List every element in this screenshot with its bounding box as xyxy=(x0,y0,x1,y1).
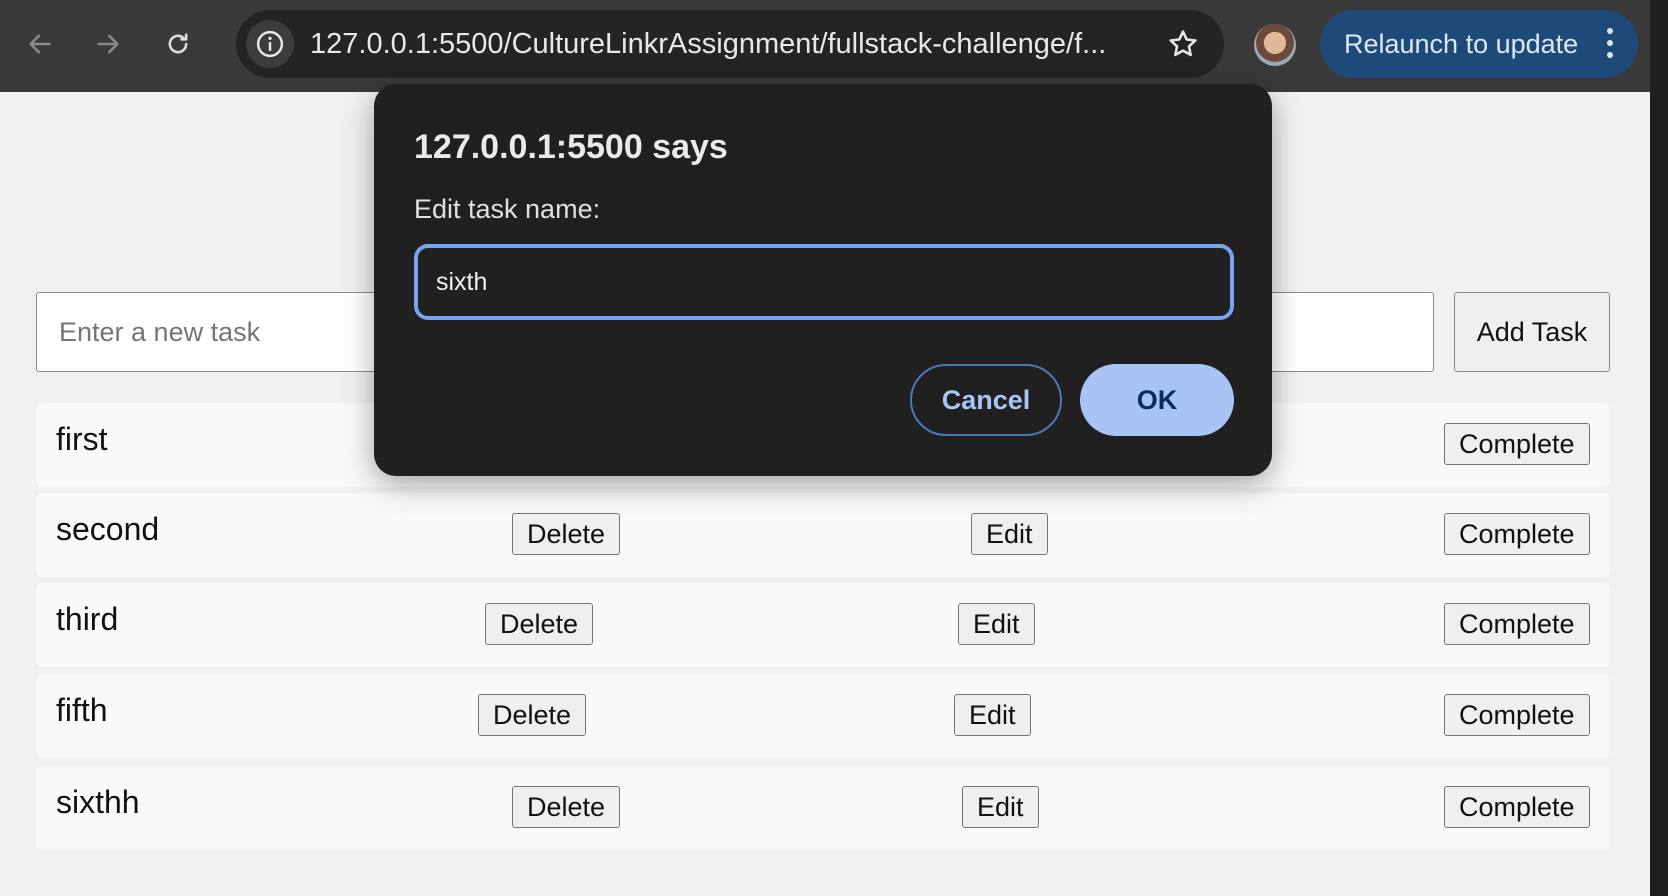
star-icon[interactable] xyxy=(1166,27,1200,61)
ok-button[interactable]: OK xyxy=(1080,364,1234,436)
dialog-message: Edit task name: xyxy=(414,194,601,224)
info-icon xyxy=(256,30,284,58)
reload-icon xyxy=(168,33,188,54)
forward-button[interactable] xyxy=(86,22,130,66)
browser-toolbar: 127.0.0.1:5500/CultureLinkrAssignment/fu… xyxy=(0,0,1650,92)
edit-button[interactable]: Edit xyxy=(954,694,1031,736)
complete-button[interactable]: Complete xyxy=(1444,603,1590,645)
address-bar[interactable]: 127.0.0.1:5500/CultureLinkrAssignment/fu… xyxy=(236,10,1224,78)
task-name: second xyxy=(56,511,160,547)
cancel-button[interactable]: Cancel xyxy=(910,364,1062,436)
complete-button[interactable]: Complete xyxy=(1444,786,1590,828)
task-row: fifth Delete Edit Complete xyxy=(36,674,1610,758)
task-name: first xyxy=(56,421,108,457)
site-info-button[interactable] xyxy=(246,20,294,68)
delete-button[interactable]: Delete xyxy=(512,513,621,555)
prompt-dialog: 127.0.0.1:5500 says Edit task name: Canc… xyxy=(374,84,1272,476)
window-edge xyxy=(1650,0,1668,896)
reload-button[interactable] xyxy=(156,22,200,66)
arrow-right-icon xyxy=(97,34,119,54)
add-task-button[interactable]: Add Task xyxy=(1454,292,1610,372)
relaunch-label: Relaunch to update xyxy=(1344,28,1579,59)
edit-task-name-input[interactable] xyxy=(414,244,1234,320)
relaunch-button[interactable]: Relaunch to update xyxy=(1320,10,1638,78)
delete-button[interactable]: Delete xyxy=(512,786,621,828)
delete-button[interactable]: Delete xyxy=(478,694,587,736)
task-name: sixthh xyxy=(56,784,140,820)
arrow-left-icon xyxy=(29,34,51,54)
task-row: second Delete Edit Complete xyxy=(36,493,1610,577)
edit-button[interactable]: Edit xyxy=(971,513,1048,555)
task-row: sixthh Delete Edit Complete xyxy=(36,766,1610,850)
profile-avatar[interactable] xyxy=(1254,24,1296,66)
delete-button[interactable]: Delete xyxy=(485,603,594,645)
task-row: third Delete Edit Complete xyxy=(36,583,1610,667)
url-text[interactable]: 127.0.0.1:5500/CultureLinkrAssignment/fu… xyxy=(310,10,1140,78)
task-name: third xyxy=(56,601,119,637)
task-name: fifth xyxy=(56,692,108,728)
complete-button[interactable]: Complete xyxy=(1444,694,1590,736)
dialog-title: 127.0.0.1:5500 says xyxy=(414,128,728,166)
vertical-dots-icon[interactable] xyxy=(1606,28,1614,60)
complete-button[interactable]: Complete xyxy=(1444,513,1590,555)
edit-button[interactable]: Edit xyxy=(958,603,1035,645)
back-button[interactable] xyxy=(18,22,62,66)
complete-button[interactable]: Complete xyxy=(1444,423,1590,465)
edit-button[interactable]: Edit xyxy=(962,786,1039,828)
